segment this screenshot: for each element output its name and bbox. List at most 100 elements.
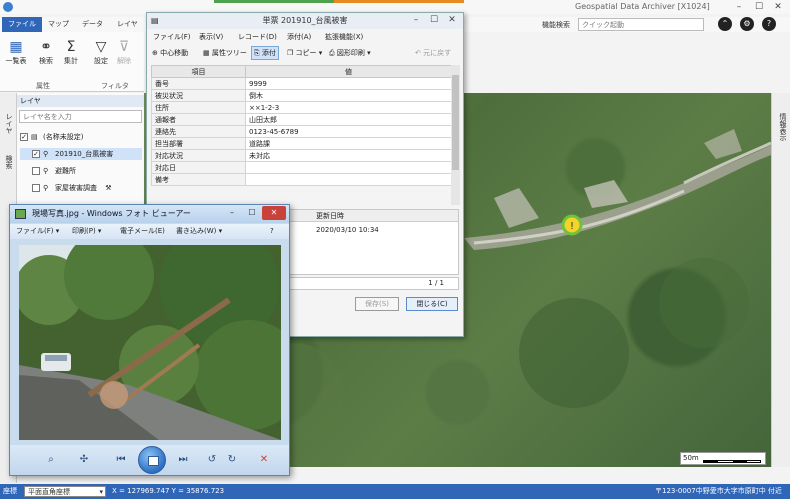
row-value[interactable]: 道路課 — [245, 137, 452, 150]
site-photo-image — [19, 245, 281, 440]
table-list-icon: ▦ — [9, 39, 23, 55]
row-value[interactable]: 0123-45-6789 — [245, 125, 452, 138]
save-button[interactable]: 保存(S) — [355, 297, 399, 311]
function-search-input[interactable] — [578, 18, 704, 31]
photo-viewer-app-icon — [15, 209, 26, 219]
tab-map[interactable]: マップ — [42, 17, 75, 32]
chevron-down-icon: ▾ — [99, 488, 103, 496]
row-key: 通報者 — [151, 113, 246, 126]
column-header-item: 項目 — [151, 65, 246, 78]
row-value[interactable] — [245, 161, 452, 174]
menu-extensions[interactable]: 拡張機能(X) — [325, 31, 363, 44]
row-value[interactable]: ××1-2-3 — [245, 101, 452, 114]
tab-file[interactable]: ファイル — [2, 17, 42, 32]
minimize-button[interactable]: – — [732, 1, 746, 13]
zoom-icon[interactable]: ⌕ — [40, 453, 62, 467]
tree-row-root[interactable]: ✓ ▤ (名称未設定) — [20, 131, 83, 143]
actual-size-icon[interactable]: ✣ — [76, 453, 92, 467]
viewer-menu-file[interactable]: ファイル(F) ▾ — [16, 224, 59, 239]
layer-checkbox[interactable]: ✓ — [20, 133, 28, 141]
filter-set-button[interactable]: ▽ 設定 — [90, 38, 112, 66]
menu-file[interactable]: ファイル(F) — [153, 31, 191, 44]
center-move-button[interactable]: ⊕ 中心移動 — [150, 46, 190, 60]
maximize-button[interactable]: ☐ — [752, 1, 766, 13]
rotate-right-icon[interactable]: ↻ — [224, 453, 240, 467]
crs-select[interactable]: 平面直角座標 ▾ — [24, 486, 106, 497]
table-row[interactable]: 番号 9999 — [151, 77, 452, 90]
previous-icon[interactable]: ⏮ — [106, 453, 136, 467]
layer-checkbox[interactable] — [32, 167, 40, 175]
viewer-close-button[interactable]: ✕ — [262, 206, 286, 220]
row-value[interactable]: 9999 — [245, 77, 452, 90]
status-strip-green — [214, 0, 334, 3]
layer-checkbox[interactable]: ✓ — [32, 150, 40, 158]
row-value[interactable]: 山田太郎 — [245, 113, 452, 126]
table-row[interactable]: 担当部署 道路課 — [151, 137, 452, 150]
tab-data[interactable]: データ — [76, 17, 109, 32]
close-window-button[interactable]: ✕ — [771, 1, 785, 13]
layer-checkbox[interactable] — [32, 184, 40, 192]
menu-view[interactable]: 表示(V) — [199, 31, 223, 44]
point-layer-icon: ⚲ — [43, 184, 49, 192]
settings-icon[interactable]: ⚙ — [740, 17, 754, 31]
undo-button[interactable]: ↶ 元に戻す — [413, 46, 453, 60]
menu-attach[interactable]: 添付(A) — [287, 31, 311, 44]
viewer-help-icon[interactable]: ? — [270, 224, 274, 239]
copy-button[interactable]: ❐ コピー ▾ — [285, 46, 324, 60]
next-icon[interactable]: ⏭ — [168, 453, 198, 467]
help-icon[interactable]: ? — [762, 17, 776, 31]
slideshow-button[interactable] — [138, 446, 166, 474]
tree-icon: ▦ — [203, 49, 210, 57]
menu-record[interactable]: レコード(D) — [238, 31, 277, 44]
row-value[interactable]: 倒木 — [245, 89, 452, 102]
viewer-maximize-button[interactable]: ☐ — [242, 206, 262, 220]
delete-icon[interactable]: ✕ — [256, 453, 272, 467]
damage-marker-icon[interactable]: ! — [561, 214, 583, 236]
table-row[interactable]: 対応日 — [151, 161, 452, 174]
layer-tool-icon[interactable]: ⚒ — [105, 184, 111, 192]
dialog-close-button[interactable]: ✕ — [445, 14, 459, 26]
row-key: 連絡先 — [151, 125, 246, 138]
attribute-scrollbar[interactable] — [451, 65, 460, 205]
dialog-maximize-button[interactable]: ☐ — [427, 14, 441, 26]
layer-search-input[interactable] — [19, 110, 142, 123]
table-row[interactable]: 被災状況 倒木 — [151, 89, 452, 102]
side-tab-info[interactable]: 情報表示 — [778, 113, 788, 141]
row-value[interactable] — [245, 173, 452, 186]
tab-layer[interactable]: レイヤ — [111, 17, 144, 32]
table-row[interactable]: 通報者 山田太郎 — [151, 113, 452, 126]
rotate-left-icon[interactable]: ↺ — [204, 453, 220, 467]
side-tab-layer[interactable]: レイヤ — [4, 113, 14, 134]
print-shape-button[interactable]: ⎙ 図形印刷 ▾ — [327, 46, 373, 60]
search-button[interactable]: ⚭ 検索 — [35, 38, 57, 66]
viewer-minimize-button[interactable]: – — [222, 206, 242, 220]
scale-bar: 50m — [680, 452, 766, 465]
table-row[interactable]: 対応状況 未対応 — [151, 149, 452, 162]
print-shape-label: 図形印刷 ▾ — [336, 49, 371, 57]
row-value[interactable]: 未対応 — [245, 149, 452, 162]
tree-row-shelter[interactable]: ⚲ 避難所 — [32, 165, 76, 177]
tree-row-house-damage[interactable]: ⚲ 家屋被害調査 ⚒ — [32, 182, 112, 194]
dialog-minimize-button[interactable]: – — [409, 14, 423, 26]
close-button[interactable]: 閉じる(C) — [406, 297, 458, 311]
viewer-menu-print[interactable]: 印刷(P) ▾ — [72, 224, 101, 239]
viewer-menu-email[interactable]: 電子メール(E) — [120, 224, 165, 239]
tree-row-typhoon[interactable]: ✓ ⚲ 201910_台風被害 — [20, 148, 142, 160]
forest-patch — [659, 258, 749, 348]
filter-clear-button[interactable]: ⊽ 解除 — [113, 38, 135, 66]
side-tab-search[interactable]: 検索 — [4, 155, 14, 169]
attribute-tree-button[interactable]: ▦ 属性ツリー — [201, 46, 249, 60]
attachment-date[interactable]: 2020/03/10 10:34 — [316, 226, 379, 234]
map-right-strip: 情報表示 — [771, 93, 790, 467]
table-list-button[interactable]: ▦ 一覧表 — [5, 38, 27, 66]
collapse-ribbon-icon[interactable]: ⌃ — [718, 17, 732, 31]
aggregate-button[interactable]: Σ 集計 — [60, 38, 82, 66]
table-row[interactable]: 備考 — [151, 173, 452, 186]
table-row[interactable]: 住所 ××1-2-3 — [151, 101, 452, 114]
filter-clear-label: 解除 — [117, 57, 131, 65]
site-photo — [19, 245, 281, 440]
viewer-menu-burn[interactable]: 書き込み(W) ▾ — [176, 224, 222, 239]
scrollbar-thumb[interactable] — [452, 75, 459, 170]
attach-button[interactable]: ⎘ 添付 — [251, 46, 279, 60]
table-row[interactable]: 連絡先 0123-45-6789 — [151, 125, 452, 138]
